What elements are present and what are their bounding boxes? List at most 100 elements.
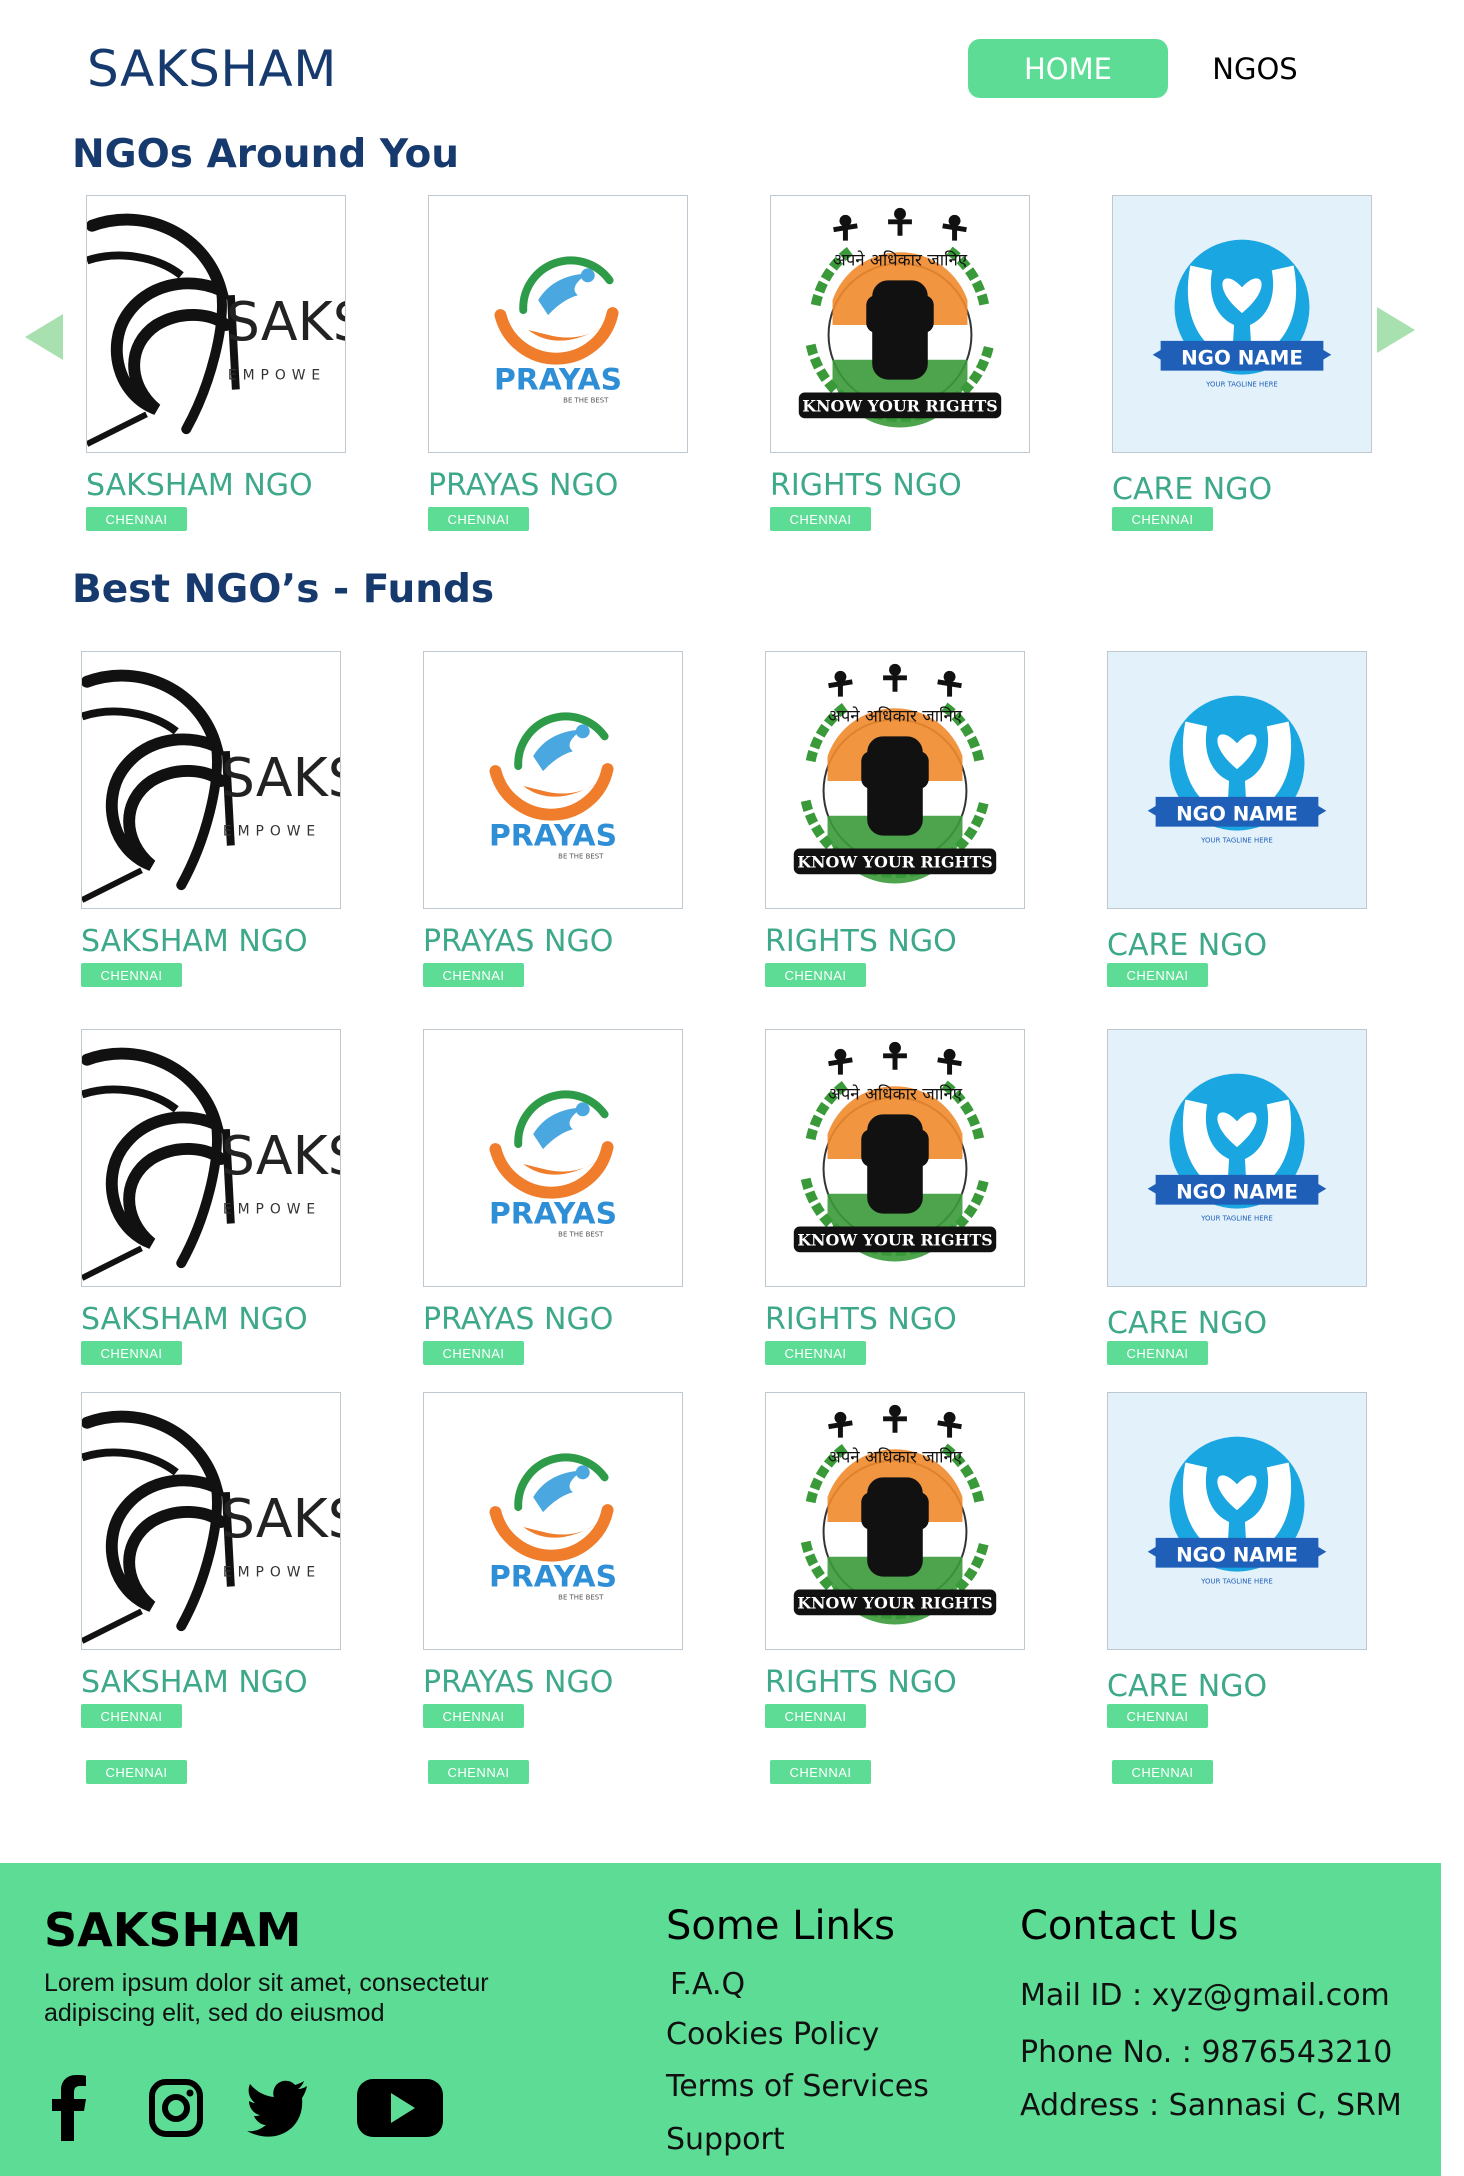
footer-description: Lorem ipsum dolor sit amet, consectetur …: [44, 1969, 489, 2027]
ngo-card-rights[interactable]: अपने अधिकार जानिए KNOW YOUR RIGHTS RIGHT…: [765, 1029, 1025, 1365]
nav-home-button[interactable]: HOME: [968, 39, 1168, 98]
logo-text: NGO NAME: [1176, 1544, 1298, 1567]
saksham-logo[interactable]: SAKS EMPOWE: [81, 1029, 341, 1287]
ngo-card-saksham[interactable]: SAKS EMPOWE SAKSHAM NGO CHENNAI: [81, 1392, 341, 1728]
care-logo[interactable]: NGO NAME YOUR TAGLINE HERE: [1107, 1029, 1367, 1287]
footer-link-support[interactable]: Support: [666, 2122, 785, 2157]
logo-text: PRAYAS: [489, 818, 617, 853]
logo-subtext: अपने अधिकार जानिए: [833, 249, 968, 269]
ngo-card-care[interactable]: NGO NAME YOUR TAGLINE HERE CARE NGO CHENN…: [1107, 1392, 1367, 1728]
prayas-logo[interactable]: PRAYAS BE THE BEST: [423, 651, 683, 909]
logo-text: KNOW YOUR RIGHTS: [802, 396, 997, 415]
location-badge: CHENNAI: [423, 963, 524, 987]
location-badge: CHENNAI: [1107, 1341, 1208, 1365]
section-title-around: NGOs Around You: [72, 132, 460, 177]
ngo-name[interactable]: PRAYAS NGO: [423, 924, 613, 959]
location-badge: CHENNAI: [1112, 507, 1213, 531]
logo-text: SAKS: [226, 290, 345, 353]
nav-ngos-link[interactable]: NGOS: [1200, 39, 1310, 98]
logo-subtext: YOUR TAGLINE HERE: [1200, 1215, 1273, 1223]
logo-subtext: अपने अधिकार जानिए: [828, 1446, 963, 1466]
ngo-name[interactable]: SAKSHAM NGO: [81, 924, 308, 959]
care-logo[interactable]: NGO NAME YOUR TAGLINE HERE: [1112, 195, 1372, 453]
logo-text: NGO NAME: [1181, 347, 1303, 370]
logo-text: KNOW YOUR RIGHTS: [797, 1230, 992, 1249]
ngo-card-rights[interactable]: अपने अधिकार जानिए KNOW YOUR RIGHTS RIGHT…: [765, 651, 1025, 987]
location-badge: CHENNAI: [81, 963, 182, 987]
logo-text: KNOW YOUR RIGHTS: [797, 1593, 992, 1612]
ngo-card-prayas[interactable]: PRAYAS BE THE BEST PRAYAS NGO CHENNAI: [423, 651, 683, 987]
carousel-next-icon[interactable]: [1377, 307, 1415, 353]
ngo-name[interactable]: CARE NGO: [1107, 928, 1267, 963]
prayas-logo[interactable]: PRAYAS BE THE BEST: [428, 195, 688, 453]
facebook-icon[interactable]: [25, 2063, 115, 2153]
ngo-card-prayas[interactable]: PRAYAS BE THE BEST PRAYAS NGO CHENNAI: [423, 1392, 683, 1728]
ngo-name[interactable]: SAKSHAM NGO: [86, 468, 313, 503]
rights-logo[interactable]: अपने अधिकार जानिए KNOW YOUR RIGHTS: [770, 195, 1030, 453]
logo-text: SAKS: [221, 1487, 340, 1550]
youtube-icon[interactable]: [355, 2063, 445, 2153]
logo-subtext: EMPOWE: [223, 1202, 321, 1218]
saksham-logo[interactable]: SAKS EMPOWE: [86, 195, 346, 453]
logo-subtext: BE THE BEST: [558, 1230, 604, 1238]
footer-address: Address : Sannasi C, SRM: [1020, 2088, 1402, 2123]
carousel-prev-icon[interactable]: [25, 314, 63, 360]
footer-link-terms[interactable]: Terms of Services: [666, 2069, 929, 2104]
footer-link-cookies[interactable]: Cookies Policy: [666, 2017, 879, 2052]
logo-text: PRAYAS: [494, 362, 622, 397]
prayas-logo[interactable]: PRAYAS BE THE BEST: [423, 1392, 683, 1650]
rights-logo[interactable]: अपने अधिकार जानिए KNOW YOUR RIGHTS: [765, 1029, 1025, 1287]
ngo-name[interactable]: CARE NGO: [1107, 1306, 1267, 1341]
ngo-name[interactable]: SAKSHAM NGO: [81, 1665, 308, 1700]
ngo-card-care[interactable]: NGO NAME YOUR TAGLINE HERE CARE NGO CHENN…: [1107, 1029, 1367, 1365]
ngo-card-care[interactable]: NGO NAME YOUR TAGLINE HERE CARE NGO CHENN…: [1107, 651, 1367, 987]
rights-logo[interactable]: अपने अधिकार जानिए KNOW YOUR RIGHTS: [765, 651, 1025, 909]
ngo-name[interactable]: CARE NGO: [1107, 1669, 1267, 1704]
prayas-logo[interactable]: PRAYAS BE THE BEST: [423, 1029, 683, 1287]
ngo-card-saksham[interactable]: SAKS EMPOWE SAKSHAM NGO CHENNAI: [81, 651, 341, 987]
saksham-logo[interactable]: SAKS EMPOWE: [81, 1392, 341, 1650]
logo-subtext: अपने अधिकार जानिए: [828, 705, 963, 725]
top-navbar: SAKSHAM HOME NGOS: [0, 0, 1464, 130]
ngo-name[interactable]: CARE NGO: [1112, 472, 1272, 507]
logo-text: NGO NAME: [1176, 1181, 1298, 1204]
location-badge: CHENNAI: [1107, 963, 1208, 987]
footer-link-faq[interactable]: F.A.Q: [670, 1967, 745, 2002]
instagram-icon[interactable]: [131, 2063, 221, 2153]
ngo-card-rights[interactable]: अपने अधिकार जानिए KNOW YOUR RIGHTS RIGHT…: [770, 195, 1030, 531]
footer: SAKSHAM Lorem ipsum dolor sit amet, cons…: [0, 1863, 1441, 2176]
ngo-name[interactable]: RIGHTS NGO: [765, 1665, 957, 1700]
location-badge: CHENNAI: [770, 507, 871, 531]
location-badge: CHENNAI: [423, 1704, 524, 1728]
ngo-card-care[interactable]: NGO NAME YOUR TAGLINE HERE CARE NGO CHENN…: [1112, 195, 1372, 531]
ngo-name[interactable]: PRAYAS NGO: [423, 1665, 613, 1700]
section-title-best: Best NGO’s - Funds: [72, 567, 495, 612]
care-logo[interactable]: NGO NAME YOUR TAGLINE HERE: [1107, 651, 1367, 909]
ngo-name[interactable]: PRAYAS NGO: [428, 468, 618, 503]
logo-text: KNOW YOUR RIGHTS: [797, 852, 992, 871]
footer-mail: Mail ID : xyz@gmail.com: [1020, 1978, 1390, 2013]
ngo-card-prayas[interactable]: PRAYAS BE THE BEST PRAYAS NGO CHENNAI: [428, 195, 688, 531]
ngo-name[interactable]: RIGHTS NGO: [765, 924, 957, 959]
ngo-card-saksham[interactable]: SAKS EMPOWE SAKSHAM NGO CHENNAI: [86, 195, 346, 531]
footer-phone: Phone No. : 9876543210: [1020, 2035, 1393, 2070]
logo-text: SAKS: [221, 746, 340, 809]
saksham-logo[interactable]: SAKS EMPOWE: [81, 651, 341, 909]
ngo-name[interactable]: PRAYAS NGO: [423, 1302, 613, 1337]
site-logo[interactable]: SAKSHAM: [87, 40, 337, 98]
logo-text: PRAYAS: [489, 1196, 617, 1231]
logo-text: NGO NAME: [1176, 803, 1298, 826]
ngo-name[interactable]: RIGHTS NGO: [770, 468, 962, 503]
ngo-name[interactable]: SAKSHAM NGO: [81, 1302, 308, 1337]
ngo-card-rights[interactable]: अपने अधिकार जानिए KNOW YOUR RIGHTS RIGHT…: [765, 1392, 1025, 1728]
care-logo[interactable]: NGO NAME YOUR TAGLINE HERE: [1107, 1392, 1367, 1650]
location-badge: CHENNAI: [428, 1760, 529, 1784]
ngo-card-prayas[interactable]: PRAYAS BE THE BEST PRAYAS NGO CHENNAI: [423, 1029, 683, 1365]
twitter-icon[interactable]: [233, 2063, 323, 2153]
ngo-name[interactable]: RIGHTS NGO: [765, 1302, 957, 1337]
footer-brand: SAKSHAM: [44, 1903, 302, 1957]
logo-subtext: EMPOWE: [228, 368, 326, 384]
rights-logo[interactable]: अपने अधिकार जानिए KNOW YOUR RIGHTS: [765, 1392, 1025, 1650]
ngo-card-saksham[interactable]: SAKS EMPOWE SAKSHAM NGO CHENNAI: [81, 1029, 341, 1365]
logo-subtext: YOUR TAGLINE HERE: [1200, 1578, 1273, 1586]
